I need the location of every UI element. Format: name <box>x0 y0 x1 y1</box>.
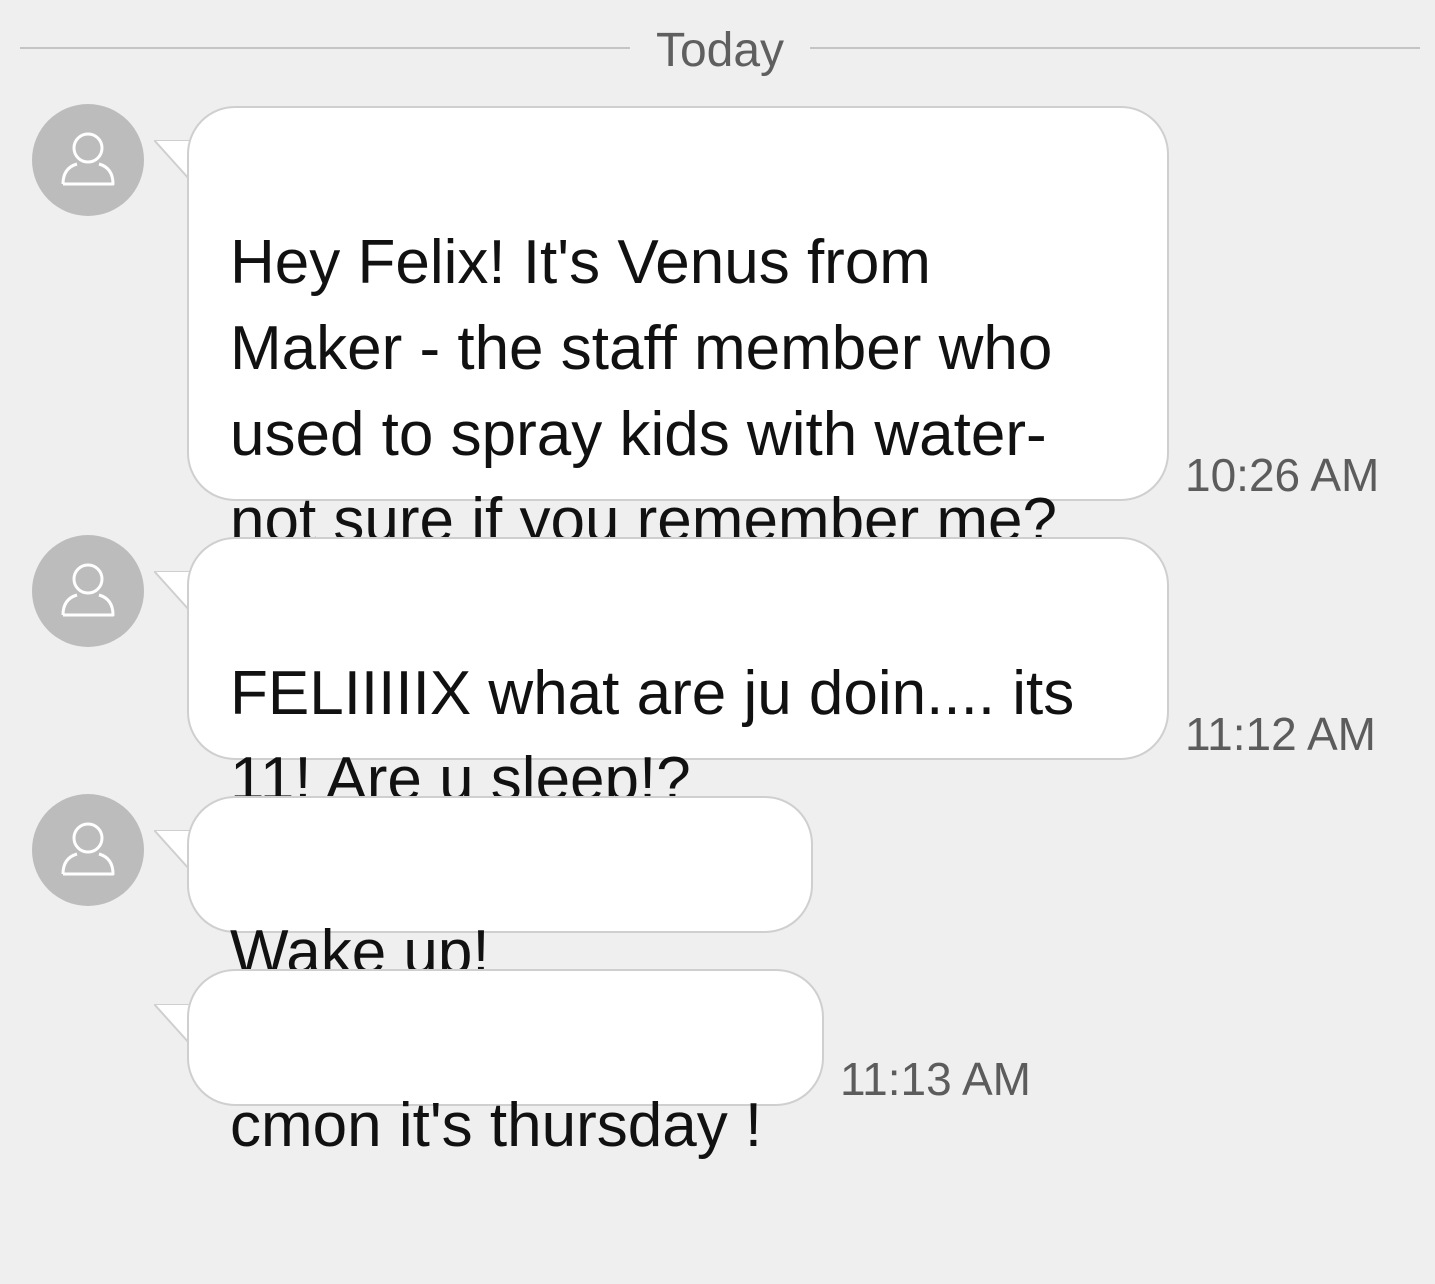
message-timestamp: 10:26 AM <box>1185 449 1380 501</box>
message-text: FELIIIIIX what are ju doin.... its 11! A… <box>230 659 1075 814</box>
message-timestamp: 11:13 AM <box>840 1053 1031 1105</box>
message-timestamp: 11:12 AM <box>1185 708 1376 760</box>
contact-avatar[interactable] <box>32 794 144 906</box>
message-bubble[interactable]: Hey Felix! It's Venus from Maker - the s… <box>187 106 1169 555</box>
contact-avatar[interactable] <box>32 535 144 647</box>
message-bubble[interactable]: cmon it's thursday ! <box>187 969 824 1160</box>
message-bubble[interactable]: FELIIIIIX what are ju doin.... its 11! A… <box>187 537 1169 814</box>
date-divider-label: Today <box>655 24 785 77</box>
message-text: Hey Felix! It's Venus from Maker - the s… <box>230 228 1058 555</box>
person-outline-icon <box>61 132 115 186</box>
message-text: cmon it's thursday ! <box>230 1091 763 1160</box>
conversation-view[interactable]: Today Hey Felix! It's Venus from Maker -… <box>0 0 1435 1284</box>
message-bubble[interactable]: Wake up! LOLOLOL <box>187 796 813 1073</box>
person-outline-icon <box>61 822 115 876</box>
date-divider-line-left <box>20 47 630 49</box>
contact-avatar[interactable] <box>32 104 144 216</box>
date-divider-line-right <box>810 47 1420 49</box>
person-outline-icon <box>61 563 115 617</box>
